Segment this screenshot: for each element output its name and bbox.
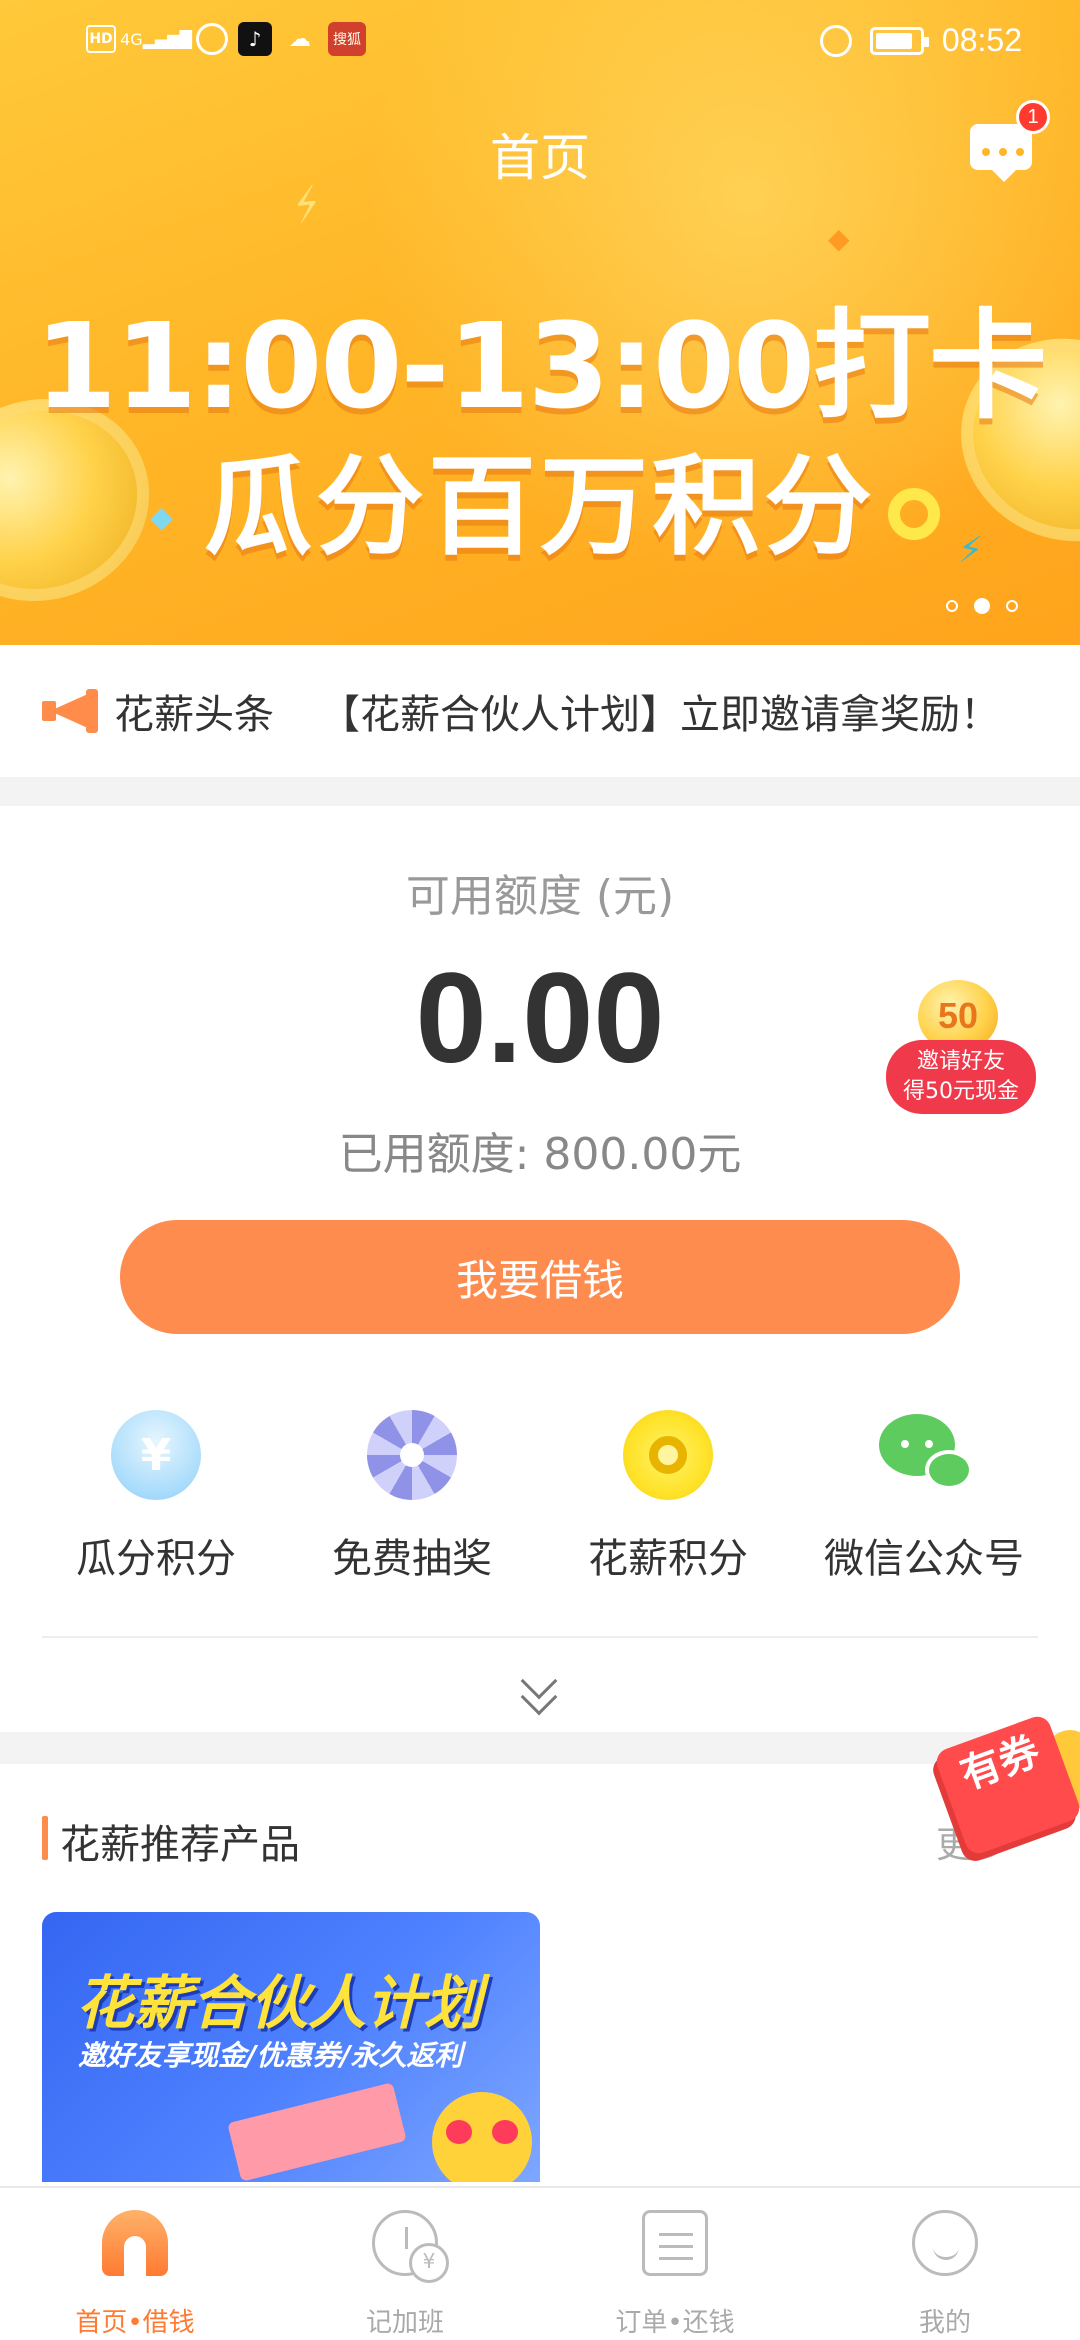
promo-banner[interactable]: HD 4G ▂▄▆█ ♪ ☁ 搜狐 08:52 首页 1 ⚡ ◆ ◆ ⚡ 11:0… [0,0,1080,645]
order-list-icon [642,2210,708,2276]
message-badge: 1 [1016,100,1050,134]
quick-action-label: 免费抽奖 [332,1536,492,1582]
borrow-button[interactable]: 我要借钱 [120,1220,960,1334]
invite-line2: 得50元现金 [903,1079,1019,1104]
nav-label: 我的 [918,2308,971,2338]
wechat-icon [879,1410,973,1500]
wheel-icon [367,1410,457,1500]
quick-action-label: 微信公众号 [824,1536,1024,1582]
invite-friends-button[interactable]: 50 邀请好友 得50元现金 [882,980,1038,1130]
page-title: 首页 [490,129,590,187]
signal-icon: 4G ▂▄▆█ [120,29,192,49]
nav-label: 首页•借钱 [75,2308,195,2338]
news-ticker[interactable]: 花薪头条 【花薪合伙人计划】立即邀请拿奖励！ [0,645,1080,777]
quick-action-label: 瓜分积分 [76,1536,236,1582]
quick-action-wechat[interactable]: 微信公众号 [804,1410,1044,1584]
divider [42,1636,1038,1638]
section-accent-bar [42,1816,48,1860]
available-credit-label: 可用额度 (元) [405,871,675,922]
hd-icon: HD [86,25,116,53]
message-button[interactable]: 1 [970,100,1050,182]
yuan-shield-icon: ¥ [111,1410,201,1500]
sohu-app-icon: 搜狐 [328,22,366,56]
quick-action-free-lottery[interactable]: 免费抽奖 [292,1410,532,1584]
recommended-title: 花薪推荐产品 [60,1822,300,1868]
status-time: 08:52 [941,22,1022,58]
bottom-nav: 首页•借钱 记加班 订单•还钱 我的 [0,2186,1080,2340]
battery-icon [869,26,929,55]
nav-label: 订单•还钱 [615,2308,735,2338]
home-icon [102,2210,168,2276]
cash-illustration [227,2082,407,2182]
emoji-illustration [432,2092,532,2182]
status-right-icons: 08:52 [819,22,1022,59]
product-subtitle: 邀好友享现金/优惠券/永久返利 [78,2039,463,2072]
ticker-brand: 花薪头条 [114,692,274,738]
product-card[interactable]: 花薪合伙人计划 邀好友享现金/优惠券/永久返利 [42,1912,540,2182]
banner-headline: 11:00-13:00打卡 [34,297,1047,435]
expand-chevron-icon[interactable] [520,1662,560,1716]
carousel-indicator [946,598,1018,614]
nav-orders-repay[interactable]: 订单•还钱 [540,2188,810,2340]
tiktok-icon: ♪ [238,22,272,56]
nav-overtime[interactable]: 记加班 [270,2188,540,2340]
carousel-dot [1006,600,1018,612]
quick-action-points[interactable]: 花薪积分 [548,1410,788,1584]
carousel-dot-active [974,598,990,614]
smile-icon [912,2210,978,2276]
wechat-status-icon: ☁ [289,26,311,52]
nav-me[interactable]: 我的 [810,2188,1080,2340]
nav-label: 记加班 [365,2308,444,2338]
network-label: 4G [120,29,143,49]
product-title: 花薪合伙人计划 [76,1969,483,2037]
coupon-button[interactable]: 有券 [930,1700,1080,1858]
megaphone-icon [42,689,98,733]
banner-subheadline: 瓜分百万积分 [203,445,876,570]
ticker-news[interactable]: 【花薪合伙人计划】立即邀请拿奖励！ [320,682,1000,740]
carousel-dot [946,600,958,612]
invite-line1: 邀请好友 [916,1049,1005,1074]
quick-action-label: 花薪积分 [588,1536,748,1582]
invite-ribbon: 邀请好友 得50元现金 [886,1040,1036,1114]
status-left-icons: HD 4G ▂▄▆█ ♪ ☁ 搜狐 [86,22,366,56]
nav-home-borrow[interactable]: 首页•借钱 [0,2188,270,2340]
alarm-icon [819,24,852,57]
browser-icon [196,23,228,55]
points-coin-icon [623,1410,713,1500]
status-bar: HD 4G ▂▄▆█ ♪ ☁ 搜狐 08:52 [0,0,1080,80]
quick-action-split-points[interactable]: ¥ 瓜分积分 [36,1410,276,1584]
clock-yuan-icon [372,2210,449,2283]
confetti-decoration: ◆ [828,222,850,255]
